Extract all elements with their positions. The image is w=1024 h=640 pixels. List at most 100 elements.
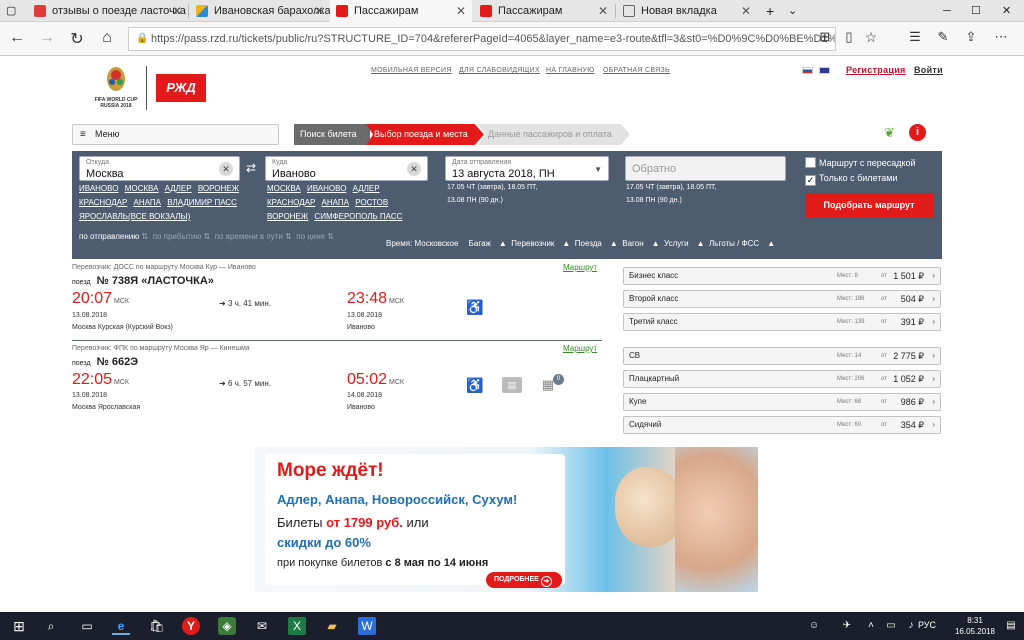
close-icon[interactable]: ✕ xyxy=(598,0,608,22)
suggest-item[interactable]: РОСТОВ xyxy=(355,198,388,207)
filter-benefits[interactable]: Льготы / ФСС xyxy=(709,239,759,248)
tab-passengers[interactable]: Пассажирам ✕ xyxy=(474,0,614,22)
filter-baggage[interactable]: Багаж xyxy=(469,239,491,248)
suggest-item[interactable]: АДЛЕР xyxy=(165,184,192,193)
step-search[interactable]: Поиск билета xyxy=(294,124,370,145)
extension-icon[interactable]: ⊞ xyxy=(814,29,836,45)
mobile-version-link[interactable]: МОБИЛЬНАЯ ВЕРСИЯ xyxy=(371,67,452,74)
info-icon[interactable]: i xyxy=(909,124,926,141)
route-link[interactable]: Маршрут xyxy=(563,263,597,272)
suggest-item[interactable]: МОСКВА xyxy=(267,184,301,193)
more-menu-icon[interactable]: ⋯ xyxy=(990,29,1012,45)
chevron-up-icon[interactable]: ˄ xyxy=(862,617,880,635)
return-date-field[interactable]: Обратно xyxy=(625,156,786,181)
search-icon[interactable]: ⌕ xyxy=(42,617,60,635)
filter-services[interactable]: Услуги xyxy=(664,239,689,248)
clear-icon[interactable]: ✕ xyxy=(407,162,421,176)
accessibility-link[interactable]: ДЛЯ СЛАБОВИДЯЩИХ xyxy=(459,67,540,74)
task-view-icon[interactable]: ▭ xyxy=(78,617,96,635)
suggest-item[interactable]: КРАСНОДАР xyxy=(79,198,127,207)
tab-list-chevron-icon[interactable]: ⌄ xyxy=(784,0,804,22)
fare-row[interactable]: Третий класс Мест: 139 от 391 ₽ › xyxy=(623,313,941,331)
english-flag-icon[interactable] xyxy=(819,67,830,74)
fare-row[interactable]: Купе Мест: 68 от 986 ₽ › xyxy=(623,393,941,411)
web-note-icon[interactable]: ✎ xyxy=(932,29,954,45)
filter-carrier[interactable]: Перевозчик xyxy=(511,239,554,248)
train-number[interactable]: поезд № 738Я «ЛАСТОЧКА» xyxy=(72,275,214,287)
fare-row[interactable]: Плацкартный Мест: 206 от 1 052 ₽ › xyxy=(623,370,941,388)
close-icon[interactable]: ✕ xyxy=(314,0,324,22)
file-explorer-icon[interactable]: ▰ xyxy=(323,617,341,635)
people-icon[interactable]: ☺ xyxy=(805,617,823,635)
suggest-item[interactable]: СИМФЕРОПОЛЬ ПАСС xyxy=(314,212,402,221)
refresh-icon[interactable]: ↻ xyxy=(66,29,88,49)
home-icon[interactable]: ⌂ xyxy=(96,29,118,47)
departure-date-field[interactable]: Дата отправления 13 августа 2018, ПН ▼ xyxy=(445,156,609,181)
clear-icon[interactable]: ✕ xyxy=(219,162,233,176)
forward-arrow-icon[interactable]: → xyxy=(36,29,58,47)
feedback-link[interactable]: ОБРАТНАЯ СВЯЗЬ xyxy=(603,67,670,74)
suggest-item[interactable]: АНАПА xyxy=(134,198,161,207)
reading-view-icon[interactable]: ▯ xyxy=(838,29,860,45)
from-field[interactable]: Откуда Москва ✕ xyxy=(79,156,240,181)
battery-icon[interactable]: ▭ xyxy=(882,617,900,635)
find-route-button[interactable]: Подобрать маршрут xyxy=(805,193,933,218)
filter-time[interactable]: Время: Московское xyxy=(386,239,458,248)
tickets-only-checkbox[interactable]: ✓ Только с билетами xyxy=(805,173,897,186)
back-arrow-icon[interactable]: ← xyxy=(6,29,28,47)
home-link[interactable]: НА ГЛАВНУЮ xyxy=(546,67,595,74)
banner-more-button[interactable]: ПОДРОБНЕЕ ➜ xyxy=(486,572,562,588)
wheelchair-icon[interactable]: ♿ xyxy=(466,299,483,315)
filter-trains[interactable]: Поезда xyxy=(575,239,602,248)
windows-start-icon[interactable]: ⊞ xyxy=(10,617,28,635)
mail-icon[interactable]: ✉ xyxy=(253,617,271,635)
suggest-item[interactable]: ВОРОНЕЖ xyxy=(267,212,308,221)
close-icon[interactable]: ✕ xyxy=(172,0,182,22)
url-field[interactable]: 🔒 https://pass.rzd.ru/tickets/public/ru?S… xyxy=(128,27,836,51)
tab-passengers-active[interactable]: Пассажирам ✕ xyxy=(330,0,472,22)
word-icon[interactable]: W xyxy=(358,617,376,635)
tab-new[interactable]: Новая вкладка ✕ xyxy=(617,0,757,22)
step-select-train-active[interactable]: Выбор поезда и места xyxy=(366,124,484,145)
tab-actions[interactable]: ▢ xyxy=(0,0,26,22)
tab-reviews[interactable]: отзывы о поезде ласточка ✕ xyxy=(28,0,188,22)
maximize-button[interactable]: ☐ xyxy=(963,0,989,22)
store-icon[interactable]: 🛍 xyxy=(148,617,166,635)
clock[interactable]: 8:31 16.05.2018 xyxy=(951,615,999,637)
suggest-item[interactable]: ВЛАДИМИР ПАСС xyxy=(167,198,237,207)
russian-flag-icon[interactable] xyxy=(802,67,813,74)
language-indicator[interactable]: РУС xyxy=(918,620,936,630)
suggest-item[interactable]: АДЛЕР xyxy=(353,184,380,193)
excel-icon[interactable]: X xyxy=(288,617,306,635)
baggage-icon[interactable]: ▤ xyxy=(502,377,522,393)
window-close-button[interactable]: ✕ xyxy=(993,0,1021,22)
leaf-icon[interactable]: ❦ xyxy=(884,125,895,141)
share-icon[interactable]: ⇪ xyxy=(960,29,982,45)
sort-by-arrival[interactable]: по прибытию xyxy=(153,232,202,241)
fare-row[interactable]: Сидячий Мест: 60 от 354 ₽ › xyxy=(623,416,941,434)
fare-row[interactable]: СВ Мест: 14 от 2 775 ₽ › xyxy=(623,347,941,365)
suggest-item[interactable]: ИВАНОВО xyxy=(79,184,118,193)
login-link[interactable]: Войти xyxy=(914,65,943,75)
close-icon[interactable]: ✕ xyxy=(741,0,751,22)
new-tab-button[interactable]: + xyxy=(760,0,782,22)
train-number[interactable]: поезд № 662Э xyxy=(72,356,138,368)
dropdown-arrow-icon[interactable]: ▼ xyxy=(594,165,602,174)
route-link[interactable]: Маршрут xyxy=(563,344,597,353)
close-icon[interactable]: ✕ xyxy=(456,0,466,22)
suggest-item[interactable]: МОСКВА xyxy=(125,184,159,193)
swap-icon[interactable]: ⇄ xyxy=(246,161,256,175)
fare-row[interactable]: Второй класс Мест: 186 от 504 ₽ › xyxy=(623,290,941,308)
fare-row[interactable]: Бизнес класс Мест: 8 от 1 501 ₽ › xyxy=(623,267,941,285)
suggest-item[interactable]: КРАСНОДАР xyxy=(267,198,315,207)
favorites-hub-icon[interactable]: ☰ xyxy=(904,29,926,45)
to-field[interactable]: Куда Иваново ✕ xyxy=(265,156,428,181)
menu-button[interactable]: ≡ Меню xyxy=(72,124,279,145)
suggest-item[interactable]: АНАПА xyxy=(322,198,349,207)
rzd-logo[interactable]: РЖД xyxy=(156,74,206,102)
minimize-button[interactable]: ─ xyxy=(935,0,961,22)
sort-by-price[interactable]: по цене xyxy=(296,232,325,241)
app-icon[interactable]: ◈ xyxy=(218,617,236,635)
filter-wagon[interactable]: Вагон xyxy=(622,239,643,248)
suggest-item[interactable]: ИВАНОВО xyxy=(307,184,346,193)
